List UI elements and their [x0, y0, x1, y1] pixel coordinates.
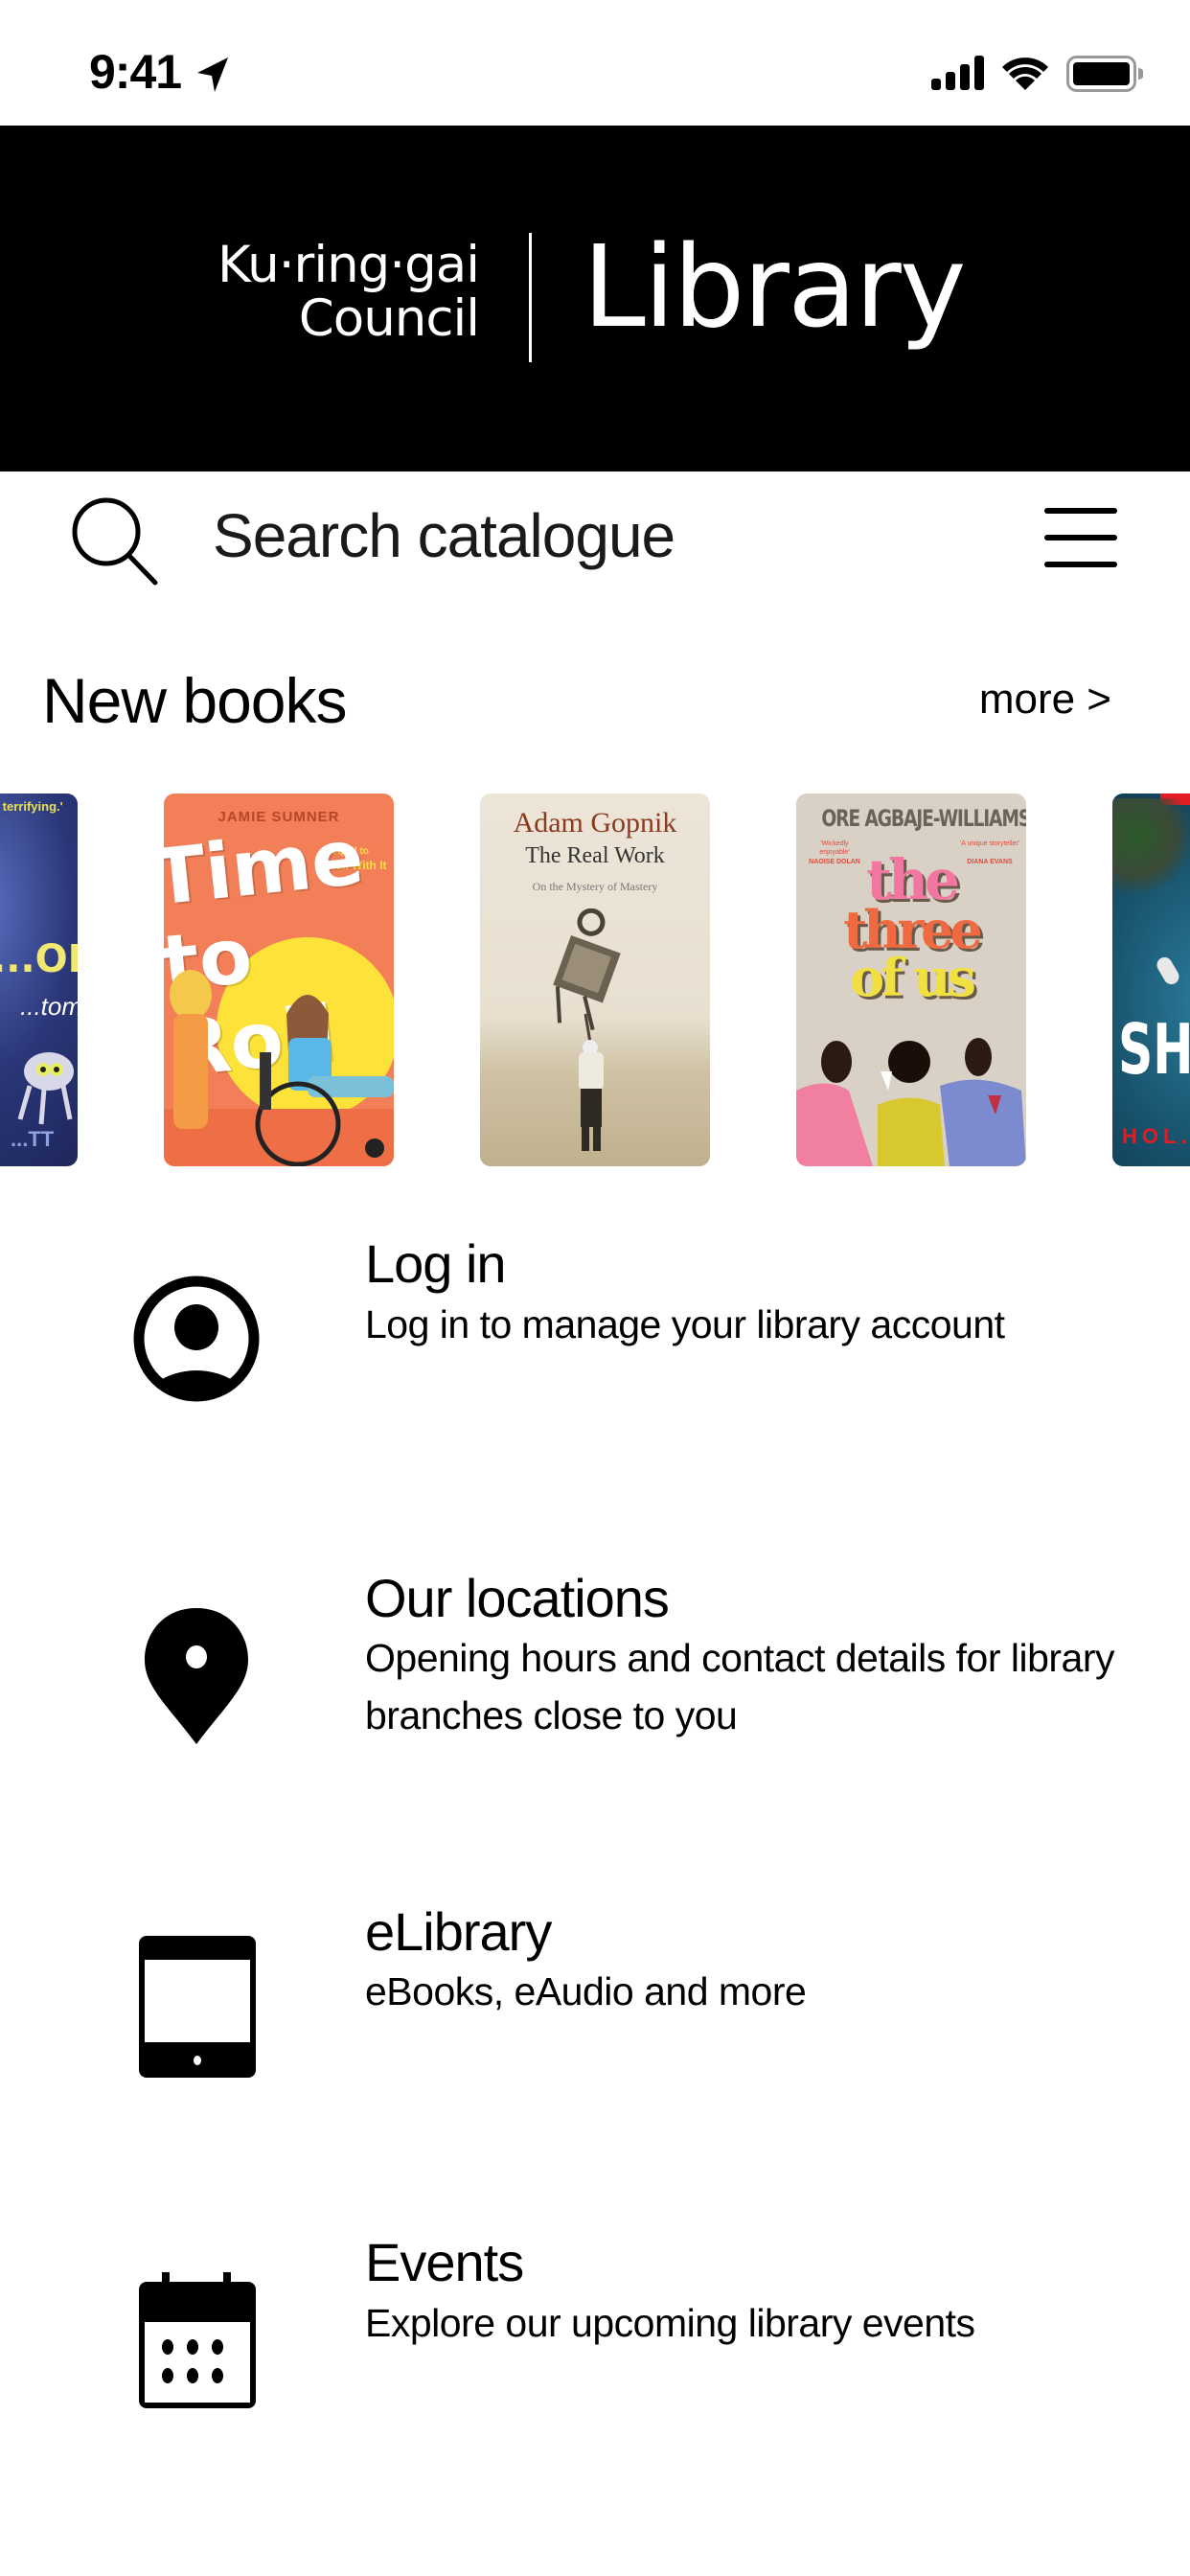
new-books-carousel[interactable]: ...y terrifying.' ...OR ...ERS ...toms .…: [0, 794, 1190, 1167]
location-arrow-icon: [197, 58, 228, 92]
menu-item-description: Log in to manage your library account: [365, 1302, 1005, 1346]
map-pin-icon: [145, 1608, 248, 1744]
status-time: 9:41: [89, 45, 182, 99]
cover-photo-illustration: [553, 908, 621, 1151]
menu-item-description: Explore our upcoming library events: [365, 2301, 975, 2345]
book-title-line1: the: [866, 847, 960, 912]
book-title: The Real Work: [525, 843, 665, 868]
menu-item-locations[interactable]: Our locations Opening hours and contact …: [0, 1552, 1190, 1840]
tablet-icon: [139, 1936, 256, 2078]
book-title: ...OR ...ERS: [0, 937, 78, 981]
menu-item-title: Log in: [365, 1233, 507, 1294]
battery-icon: [1066, 56, 1143, 92]
menu-item-description: eBooks, eAudio and more: [365, 1969, 807, 2013]
hamburger-menu-button[interactable]: [1035, 500, 1131, 577]
signal-icon: [931, 56, 984, 90]
wifi-icon: [1002, 58, 1048, 90]
book-cover[interactable]: ORE AGBAJE-WILLIAMS 'Wickedly enjoyable'…: [796, 794, 1026, 1166]
book-author: ORE AGBAJE-WILLIAMS: [821, 805, 1026, 832]
book-cover[interactable]: SHA... HOL...: [1112, 794, 1190, 1166]
user-circle-icon: [133, 1276, 260, 1402]
hamburger-line: [1044, 535, 1117, 540]
more-books-link[interactable]: more >: [979, 676, 1111, 724]
menu-item-title: Events: [365, 2232, 524, 2292]
cover-people-illustration: [796, 1038, 1026, 1166]
cover-island: [1112, 798, 1189, 894]
book-cover[interactable]: JAMIE SUMNER sequel to Roll With It Time…: [164, 794, 394, 1166]
new-books-heading: New books: [42, 665, 347, 736]
cover-illustration: [170, 970, 394, 1166]
book-author: ...TT: [11, 1127, 55, 1151]
book-subtitle: On the Mystery of Mastery: [532, 880, 658, 893]
menu-item-description: Opening hours and contact details for li…: [365, 1636, 1115, 1737]
menu-item-events[interactable]: Events Explore our upcoming library even…: [0, 2220, 1190, 2507]
hamburger-menu-icon: [1044, 508, 1117, 514]
book-quote: ...y terrifying.': [0, 799, 63, 814]
book-cover[interactable]: ...y terrifying.' ...OR ...ERS ...toms .…: [0, 794, 78, 1166]
search-input[interactable]: [213, 493, 979, 579]
logo-divider: [529, 233, 532, 362]
hamburger-line: [1044, 562, 1117, 567]
council-name-line1: Ku·ring·gai: [217, 236, 480, 294]
menu-item-title: Our locations: [365, 1568, 670, 1628]
book-quote-right: 'A unique storyteller': [959, 840, 1020, 847]
library-logo-text: Library: [583, 220, 967, 353]
menu-item-login[interactable]: Log in Log in to manage your library acc…: [0, 1217, 1190, 1505]
app-header: Ku·ring·gai Council Library: [0, 126, 1190, 472]
search-bar: [0, 472, 1190, 615]
menu-item-title: eLibrary: [365, 1901, 552, 1962]
book-author: HOL...: [1122, 1124, 1190, 1148]
book-title-line3: of us: [850, 947, 976, 1008]
book-cover[interactable]: Adam Gopnik The Real Work On the Mystery…: [480, 794, 710, 1166]
search-icon[interactable]: [67, 491, 163, 586]
council-logo-text: Ku·ring·gai Council: [217, 236, 480, 348]
menu-item-elibrary[interactable]: eLibrary eBooks, eAudio and more: [0, 1886, 1190, 2174]
book-author: Adam Gopnik: [513, 807, 677, 839]
book-title: SHA...: [1118, 1009, 1190, 1090]
book-subtitle: ...toms: [20, 992, 78, 1021]
council-name-line2: Council: [298, 289, 480, 348]
status-bar: 9:41: [0, 0, 1190, 126]
cover-boat: [1154, 954, 1182, 987]
calendar-icon: [139, 2272, 256, 2408]
creature-illustration: [17, 1052, 74, 1125]
